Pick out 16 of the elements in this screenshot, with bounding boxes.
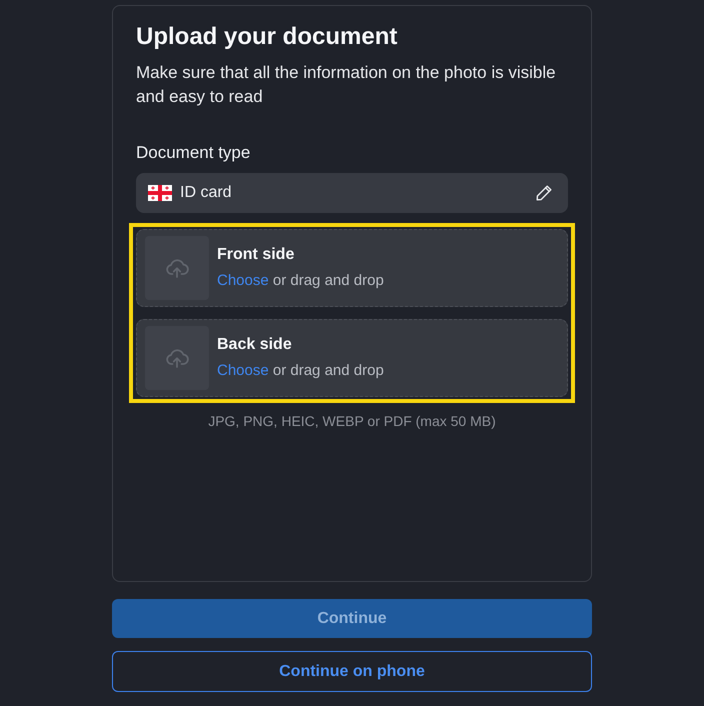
pencil-icon[interactable] bbox=[536, 185, 552, 201]
page-title: Upload your document bbox=[136, 22, 398, 52]
description-text: Make sure that all the information on the photo is visible and easy to read bbox=[136, 62, 557, 108]
dropzone-hint: Choose or drag and drop bbox=[217, 271, 384, 291]
choose-link[interactable]: Choose bbox=[217, 362, 269, 379]
choose-link[interactable]: Choose bbox=[217, 272, 269, 289]
dropzone-title: Front side bbox=[217, 245, 294, 265]
dropzone-title: Back side bbox=[217, 335, 292, 355]
upload-dropzone[interactable]: Back side Choose or drag and drop bbox=[136, 319, 568, 397]
dropzone-hint: Choose or drag and drop bbox=[217, 361, 384, 381]
field-label: Document type bbox=[136, 142, 252, 164]
file-formats-note: JPG, PNG, HEIC, WEBP or PDF (max 50 MB) bbox=[207, 412, 497, 431]
flag-icon bbox=[148, 185, 172, 201]
document-type-field[interactable]: ID card bbox=[136, 173, 568, 213]
upload-dropzone[interactable]: Front side Choose or drag and drop bbox=[136, 229, 568, 307]
continue-on-phone-button[interactable]: Continue on phone bbox=[112, 651, 592, 692]
